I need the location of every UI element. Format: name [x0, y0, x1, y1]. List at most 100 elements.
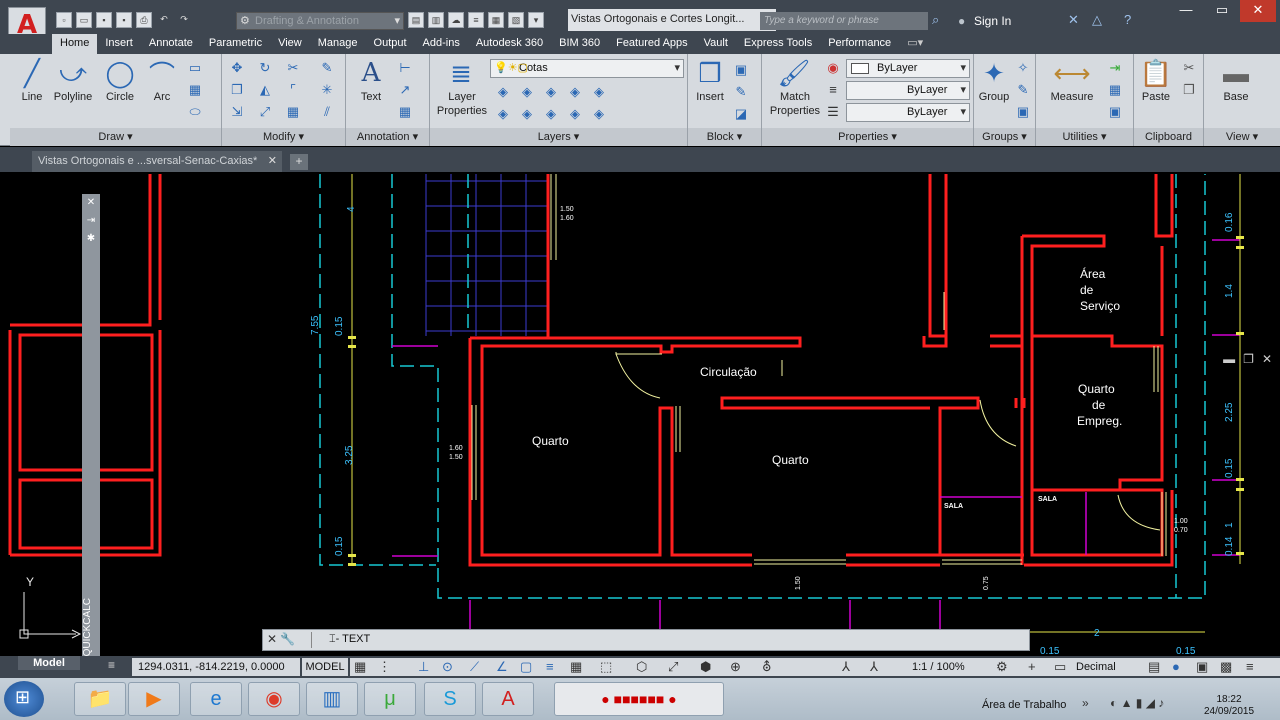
annotation-panel-title[interactable]: Annotation ▾: [346, 128, 429, 146]
tray-icons[interactable]: ◐ ▲ ▮ ◢ ♪: [1110, 696, 1164, 710]
tab-express-tools[interactable]: Express Tools: [736, 34, 820, 54]
layers-icon[interactable]: ≡: [468, 12, 484, 28]
drawing-canvas[interactable]: Quarto Quarto Circulação Área de Serviço…: [0, 172, 1280, 656]
layer-tool-icon[interactable]: ◈: [518, 106, 536, 122]
lineweight-toggle-icon[interactable]: ≡: [546, 658, 554, 676]
transparency-icon[interactable]: ▦: [570, 658, 582, 676]
tab-annotate[interactable]: Annotate: [141, 34, 201, 54]
layer-tool-icon[interactable]: ◈: [494, 106, 512, 122]
copy-clip-icon[interactable]: ❐: [1180, 82, 1198, 98]
object-snap-icon[interactable]: ▢: [520, 658, 532, 676]
rectangle-icon[interactable]: ▭: [186, 60, 204, 76]
tab-featured-apps[interactable]: Featured Apps: [608, 34, 696, 54]
utorrent-taskbar-icon[interactable]: μ: [364, 682, 416, 716]
share-icon[interactable]: ▥: [428, 12, 444, 28]
menu-icon[interactable]: ≡: [1246, 658, 1254, 676]
group-button[interactable]: ✦ Group: [976, 56, 1012, 104]
workspace-dropdown[interactable]: Drafting & Annotation: [236, 12, 404, 30]
quick-select-icon[interactable]: ⇥: [1106, 60, 1124, 76]
isolate-icon[interactable]: ●: [1172, 658, 1180, 676]
text-tool[interactable]: A Text: [350, 56, 392, 104]
tab-insert[interactable]: Insert: [97, 34, 141, 54]
array-icon[interactable]: ▦: [284, 104, 302, 120]
grid-icon[interactable]: ▦: [354, 658, 366, 676]
color-dropdown[interactable]: ByLayer: [846, 59, 970, 78]
settings-icon[interactable]: ✱: [82, 230, 100, 248]
layer-properties-button[interactable]: ≣ Layer Properties: [432, 56, 490, 118]
view-panel-title[interactable]: View ▾: [1204, 128, 1280, 146]
arc-tool[interactable]: ⌒ Arc: [144, 56, 180, 104]
maximize-button[interactable]: ▭: [1204, 0, 1240, 22]
isodraft-icon[interactable]: ⟋: [470, 658, 479, 676]
exchange-icon[interactable]: ✕: [1068, 12, 1079, 28]
open-icon[interactable]: ▭: [76, 12, 92, 28]
recorder-taskbar-icon[interactable]: ● ■■■■■■ ●: [554, 682, 724, 716]
help-icon[interactable]: ?: [1124, 12, 1131, 27]
apps-icon[interactable]: △: [1092, 12, 1102, 28]
paste-button[interactable]: 📋 Paste: [1136, 56, 1176, 104]
ribbon-options-button[interactable]: ▭▾: [899, 34, 931, 54]
model-tab[interactable]: Model: [18, 656, 80, 670]
layout-menu-icon[interactable]: ≡: [108, 658, 115, 672]
minimize-button[interactable]: —: [1168, 0, 1204, 22]
modify-panel-title[interactable]: Modify ▾: [222, 128, 345, 146]
layer-dropdown[interactable]: 💡☀▢ Cotas: [490, 59, 684, 78]
edit-block-icon[interactable]: ✎: [732, 84, 750, 100]
annotation-scale-icon[interactable]: ⅄: [842, 658, 850, 676]
dynamic-ucs-icon[interactable]: ⤢: [668, 658, 678, 676]
trim-icon[interactable]: ✂: [284, 60, 302, 76]
workspace-gear-icon[interactable]: ⚙: [996, 658, 1008, 676]
binoculars-icon[interactable]: ⌕: [932, 12, 939, 28]
file-tab[interactable]: Vistas Ortogonais e ...sversal-Senac-Cax…: [32, 151, 282, 172]
tab-vault[interactable]: Vault: [696, 34, 736, 54]
insert-block-button[interactable]: ❒ Insert: [690, 56, 730, 104]
viewport-close-icon[interactable]: ✕: [1262, 352, 1272, 366]
attribute-icon[interactable]: ◪: [732, 106, 750, 122]
model-space-button[interactable]: MODEL: [302, 658, 348, 676]
start-button[interactable]: [4, 681, 44, 717]
circle-tool[interactable]: ◯ Circle: [100, 56, 140, 104]
annotation-scale-dropdown[interactable]: 1:1 / 100%: [912, 658, 965, 676]
wrench-icon[interactable]: 🔧: [280, 632, 295, 646]
base-view-button[interactable]: ▬ Base: [1216, 56, 1256, 104]
line-tool[interactable]: ╱ Line: [14, 56, 50, 104]
search-input[interactable]: Type a keyword or phrase: [760, 12, 928, 30]
tray-expand-icon[interactable]: »: [1082, 696, 1089, 710]
more-icon[interactable]: ▾: [528, 12, 544, 28]
create-block-icon[interactable]: ▣: [732, 62, 750, 78]
explode-icon[interactable]: ✳: [318, 82, 336, 98]
layer-tool-icon[interactable]: ◈: [566, 106, 584, 122]
scale-icon[interactable]: ⤢: [256, 104, 274, 120]
leader-icon[interactable]: ↗: [396, 82, 414, 98]
3d-osnap-icon[interactable]: ⬡: [636, 658, 647, 676]
tab-parametric[interactable]: Parametric: [201, 34, 270, 54]
network-taskbar-icon[interactable]: ▥: [306, 682, 358, 716]
clock[interactable]: 18:22 24/09/2015: [1202, 694, 1256, 718]
group-edit-icon[interactable]: ✎: [1014, 82, 1032, 98]
explorer-taskbar-icon[interactable]: 📁: [74, 682, 126, 716]
stretch-icon[interactable]: ⇲: [228, 104, 246, 120]
copy-icon[interactable]: ❐: [228, 82, 246, 98]
print-icon[interactable]: ⎙: [136, 12, 152, 28]
customize-icon[interactable]: ▩: [1220, 658, 1232, 676]
sign-in-button[interactable]: Sign In: [958, 12, 1011, 30]
cut-icon[interactable]: ✂: [1180, 60, 1198, 76]
rotate-icon[interactable]: ↻: [256, 60, 274, 76]
polyline-tool[interactable]: ⤻ Polyline: [50, 56, 96, 104]
viewport-minimize-icon[interactable]: ▬: [1223, 352, 1235, 366]
hatch-icon[interactable]: ▦: [186, 82, 204, 98]
close-button[interactable]: ✕: [1240, 0, 1276, 22]
object-snap-tracking-icon[interactable]: ∠: [496, 658, 508, 676]
layer-tool-icon[interactable]: ◈: [542, 106, 560, 122]
linetype-dropdown[interactable]: ByLayer: [846, 81, 970, 100]
lineweight-dropdown[interactable]: ByLayer: [846, 103, 970, 122]
selection-filter-icon[interactable]: ⬢: [700, 658, 711, 676]
media-player-taskbar-icon[interactable]: ▶: [128, 682, 180, 716]
cloud-icon[interactable]: ☁: [448, 12, 464, 28]
calculator-icon[interactable]: ▦: [1106, 82, 1124, 98]
tab-output[interactable]: Output: [366, 34, 415, 54]
draw-panel-title[interactable]: Draw ▾: [10, 128, 221, 146]
quick-properties-icon[interactable]: ▤: [1148, 658, 1160, 676]
close-icon[interactable]: ✕: [267, 632, 277, 646]
offset-icon[interactable]: ⫽: [318, 104, 336, 120]
